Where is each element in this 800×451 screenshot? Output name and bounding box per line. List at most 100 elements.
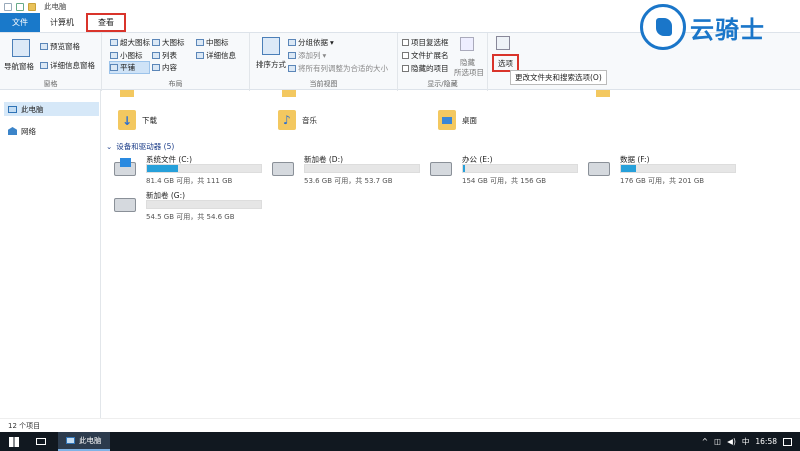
- drive-item-c[interactable]: 系统文件 (C:) 81.4 GB 可用，共 111 GB: [106, 154, 262, 190]
- item-count: 12 个项目: [8, 421, 41, 430]
- brand-logo: 云骑士: [640, 2, 790, 52]
- drive-usage-fill: [621, 165, 636, 172]
- checkbox[interactable]: [402, 65, 409, 72]
- windows-logo-icon: [9, 436, 19, 447]
- volume-icon[interactable]: ◀): [727, 437, 736, 446]
- quick-access-toolbar: [4, 2, 36, 11]
- computer-icon: [8, 105, 17, 113]
- check-icon[interactable]: [16, 2, 24, 11]
- layout-tiles[interactable]: 平铺: [109, 61, 150, 74]
- file-extensions-toggle[interactable]: 文件扩展名: [402, 50, 449, 61]
- size-all-columns-button[interactable]: 将所有列调整为合适的大小: [288, 63, 388, 74]
- drive-usage-fill: [147, 165, 178, 172]
- content-pane: 下载 音乐 桌面 ⌄设备和驱动器 (5) 系统文件 (C:) 81.4 GB 可…: [102, 90, 800, 418]
- add-columns-icon: [288, 52, 296, 59]
- size-columns-icon: [288, 65, 296, 72]
- drive-usage-bar: [304, 164, 420, 173]
- clock[interactable]: 16:58: [755, 437, 777, 446]
- nav-pane-icon[interactable]: [12, 39, 30, 57]
- preview-pane-button[interactable]: 预览窗格: [40, 41, 80, 52]
- system-tray: ^ ◫ ◀) 中 16:58: [702, 432, 792, 451]
- folder-item-downloads[interactable]: 下载: [118, 110, 157, 130]
- drive-icon: [430, 162, 452, 176]
- task-view-icon: [36, 438, 46, 445]
- chevron-up-icon[interactable]: ^: [702, 437, 708, 446]
- item-checkboxes-toggle[interactable]: 项目复选框: [402, 37, 449, 48]
- download-folder-icon: [118, 110, 136, 130]
- sort-icon[interactable]: [262, 37, 280, 55]
- group-by-icon: [288, 39, 296, 46]
- list-icon: [152, 52, 160, 59]
- network-icon: [8, 127, 17, 135]
- status-bar: 12 个项目: [0, 418, 800, 432]
- nav-item-network[interactable]: 网络: [4, 124, 36, 138]
- details-pane-button[interactable]: 详细信息窗格: [40, 60, 95, 71]
- layout-medium-icons[interactable]: 中图标: [196, 37, 229, 48]
- layout-xl-icons[interactable]: 超大图标: [110, 37, 150, 48]
- options-icon[interactable]: [496, 36, 510, 50]
- nav-pane-button[interactable]: 导航窗格: [4, 61, 34, 72]
- layout-list[interactable]: 列表: [152, 50, 177, 61]
- system-drive-icon: [114, 158, 136, 176]
- drive-icon: [114, 198, 136, 212]
- folder-icon-partial: [596, 90, 610, 97]
- drive-usage-bar: [620, 164, 736, 173]
- checkbox[interactable]: [402, 39, 409, 46]
- ribbon-group-show-hide: 项目复选框 文件扩展名 隐藏的项目 隐藏 所选项目 显示/隐藏: [398, 33, 488, 91]
- task-view-button[interactable]: [28, 438, 54, 445]
- details-pane-icon: [40, 62, 48, 69]
- tab-file[interactable]: 文件: [0, 13, 40, 32]
- drive-item-e[interactable]: 办公 (E:) 154 GB 可用，共 156 GB: [422, 154, 578, 190]
- drive-usage-bar: [146, 164, 262, 173]
- ime-indicator[interactable]: 中: [742, 436, 750, 447]
- taskbar-app-explorer[interactable]: 此电脑: [58, 432, 110, 451]
- chevron-down-icon: ⌄: [106, 142, 113, 151]
- hidden-items-toggle[interactable]: 隐藏的项目: [402, 63, 449, 74]
- folder-icon-partial: [282, 90, 296, 97]
- options-tooltip: 更改文件夹和搜索选项(O): [510, 70, 607, 85]
- tab-view[interactable]: 查看: [86, 13, 126, 32]
- nav-item-this-pc[interactable]: 此电脑: [4, 102, 99, 116]
- drive-usage-fill: [463, 165, 466, 172]
- new-folder-icon[interactable]: [28, 2, 36, 11]
- folder-icon-partial: [120, 90, 134, 97]
- drive-item-g[interactable]: 新加卷 (G:) 54.5 GB 可用，共 54.6 GB: [106, 190, 262, 226]
- drive-icon: [588, 162, 610, 176]
- properties-icon[interactable]: [4, 2, 12, 11]
- logo-text: 云骑士: [690, 15, 765, 44]
- folder-item-desktop[interactable]: 桌面: [438, 110, 477, 130]
- checkbox[interactable]: [402, 52, 409, 59]
- window-title: 此电脑: [44, 2, 67, 11]
- hide-selected-label-2: 所选项目: [454, 68, 484, 77]
- group-by-button[interactable]: 分组依据 ▾: [288, 37, 334, 48]
- computer-icon: [66, 437, 75, 444]
- folder-item-music[interactable]: 音乐: [278, 110, 317, 130]
- drive-item-d[interactable]: 新加卷 (D:) 53.6 GB 可用，共 53.7 GB: [264, 154, 420, 190]
- layout-content[interactable]: 内容: [152, 62, 177, 73]
- ribbon-group-label: 显示/隐藏: [427, 80, 458, 88]
- content-icon: [152, 64, 160, 71]
- tab-computer[interactable]: 计算机: [40, 13, 84, 32]
- xl-icons-icon: [110, 39, 118, 46]
- start-button[interactable]: [0, 432, 28, 451]
- medium-icons-icon: [196, 39, 204, 46]
- hide-selected-icon[interactable]: [460, 37, 474, 51]
- preview-pane-icon: [40, 43, 48, 50]
- ribbon-group-label: 布局: [168, 80, 183, 88]
- network-status-icon[interactable]: ◫: [714, 437, 721, 446]
- layout-small-icons[interactable]: 小图标: [110, 50, 143, 61]
- small-icons-icon: [110, 52, 118, 59]
- chevron-down-icon: ▾: [330, 38, 334, 47]
- layout-details[interactable]: 详细信息: [196, 50, 236, 61]
- layout-large-icons[interactable]: 大图标: [152, 37, 185, 48]
- sort-by-button[interactable]: 排序方式: [256, 59, 286, 70]
- section-header-devices[interactable]: ⌄ 设备和驱动器 (5): [106, 141, 174, 152]
- ribbon-group-layout: 超大图标 大图标 中图标 小图标 列表 详细信息 平铺 内容 布局: [102, 33, 250, 91]
- knight-logo-icon: [640, 4, 686, 50]
- large-icons-icon: [152, 39, 160, 46]
- drive-usage-bar: [462, 164, 578, 173]
- add-columns-button[interactable]: 添加列 ▾: [288, 50, 326, 61]
- drive-usage-bar: [146, 200, 262, 209]
- drive-item-f[interactable]: 数据 (F:) 176 GB 可用，共 201 GB: [580, 154, 736, 190]
- notification-icon[interactable]: [783, 437, 792, 446]
